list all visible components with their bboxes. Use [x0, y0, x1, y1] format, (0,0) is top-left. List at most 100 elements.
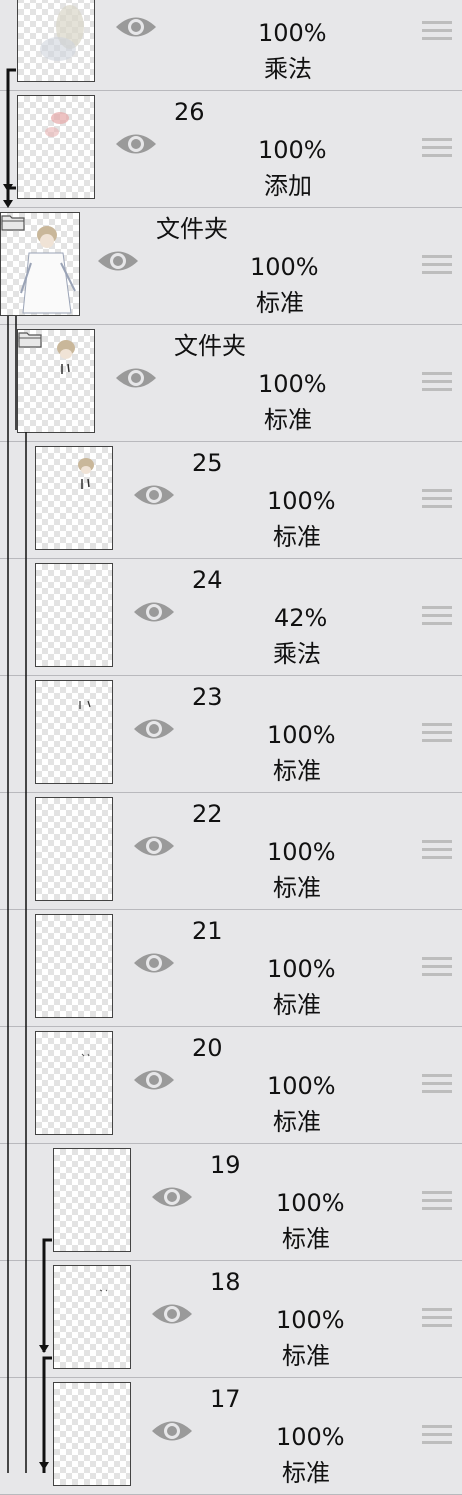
thumbnail-art — [84, 579, 92, 585]
visibility-eye-icon[interactable] — [114, 363, 158, 393]
drag-handle-icon[interactable] — [422, 721, 452, 745]
layer-name: 文件夹 — [174, 332, 246, 360]
drag-handle-icon[interactable] — [422, 487, 452, 511]
layer-row[interactable]: 17 100% 标准 — [0, 1378, 462, 1495]
visibility-eye-icon[interactable] — [132, 597, 176, 627]
layer-blend-mode: 标准 — [282, 1342, 330, 1370]
layer-name: 20 — [192, 1034, 223, 1062]
visibility-eye-icon[interactable] — [150, 1182, 194, 1212]
layer-thumbnail[interactable] — [17, 95, 95, 199]
visibility-eye-icon[interactable] — [150, 1299, 194, 1329]
thumbnail-art — [40, 5, 84, 61]
layer-name: 文件夹 — [156, 215, 228, 243]
thumbnail-art — [45, 112, 69, 137]
layer-row[interactable]: 25 100% 标准 — [0, 442, 462, 559]
layer-opacity: 100% — [276, 1306, 345, 1334]
layer-opacity: 100% — [258, 370, 327, 398]
drag-handle-icon[interactable] — [422, 136, 452, 160]
visibility-eye-icon[interactable] — [114, 129, 158, 159]
thumbnail-art — [79, 700, 91, 709]
folder-icon — [18, 332, 42, 348]
layer-thumbnail[interactable] — [17, 0, 95, 82]
layer-opacity: 100% — [258, 136, 327, 164]
layer-row[interactable]: 21 100% 标准 — [0, 910, 462, 1027]
layer-blend-mode: 乘法 — [264, 55, 312, 83]
layer-name: 26 — [174, 98, 205, 126]
thumbnail-art — [99, 1289, 108, 1292]
layer-blend-mode: 标准 — [264, 406, 312, 434]
layer-name: 25 — [192, 449, 223, 477]
layer-thumbnail[interactable] — [53, 1148, 131, 1252]
layer-blend-mode: 标准 — [282, 1459, 330, 1487]
layer-blend-mode: 乘法 — [273, 640, 321, 668]
layer-blend-mode: 标准 — [273, 1108, 321, 1136]
layer-opacity: 100% — [276, 1189, 345, 1217]
layer-thumbnail[interactable] — [53, 1382, 131, 1486]
layer-row[interactable]: 23 100% 标准 — [0, 676, 462, 793]
layer-blend-mode: 标准 — [256, 289, 304, 317]
layer-blend-mode: 标准 — [282, 1225, 330, 1253]
layer-name: 19 — [210, 1151, 241, 1179]
folder-thumbnail[interactable] — [17, 329, 95, 433]
drag-handle-icon[interactable] — [422, 1423, 452, 1447]
layer-opacity: 100% — [276, 1423, 345, 1451]
layer-blend-mode: 添加 — [264, 172, 312, 200]
drag-handle-icon[interactable] — [422, 253, 452, 277]
visibility-eye-icon[interactable] — [96, 246, 140, 276]
layer-name: 18 — [210, 1268, 241, 1296]
drag-handle-icon[interactable] — [422, 1189, 452, 1213]
folder-thumbnail[interactable] — [0, 212, 80, 316]
layer-row[interactable]: 22 100% 标准 — [0, 793, 462, 910]
layer-blend-mode: 标准 — [273, 757, 321, 785]
layer-opacity: 100% — [267, 721, 336, 749]
visibility-eye-icon[interactable] — [132, 480, 176, 510]
layer-opacity: 100% — [258, 19, 327, 47]
visibility-eye-icon[interactable] — [132, 831, 176, 861]
folder-icon — [1, 215, 25, 231]
layer-opacity: 100% — [267, 838, 336, 866]
layer-name: 22 — [192, 800, 223, 828]
layer-opacity: 100% — [250, 253, 319, 281]
layer-blend-mode: 标准 — [273, 523, 321, 551]
layer-opacity: 100% — [267, 955, 336, 983]
drag-handle-icon[interactable] — [422, 1072, 452, 1096]
drag-handle-icon[interactable] — [422, 1306, 452, 1330]
drag-handle-icon[interactable] — [422, 955, 452, 979]
visibility-eye-icon[interactable] — [132, 948, 176, 978]
layer-thumbnail[interactable] — [35, 563, 113, 667]
layer-name: 21 — [192, 917, 223, 945]
thumbnail-art — [78, 458, 94, 489]
layer-row-folder[interactable]: 文件夹 100% 标准 — [0, 208, 462, 325]
layer-opacity: 42% — [274, 604, 328, 632]
layer-name: 17 — [210, 1385, 241, 1413]
drag-handle-icon[interactable] — [422, 604, 452, 628]
thumbnail-art — [81, 1053, 90, 1057]
layer-opacity: 100% — [267, 1072, 336, 1100]
layer-thumbnail[interactable] — [35, 1031, 113, 1135]
layer-blend-mode: 标准 — [273, 991, 321, 1019]
layer-row[interactable]: 20 100% 标准 — [0, 1027, 462, 1144]
layer-row[interactable]: 18 100% 标准 — [0, 1261, 462, 1378]
drag-handle-icon[interactable] — [422, 19, 452, 43]
visibility-eye-icon[interactable] — [132, 714, 176, 744]
drag-handle-icon[interactable] — [422, 838, 452, 862]
visibility-eye-icon[interactable] — [132, 1065, 176, 1095]
layer-row[interactable]: 100% 乘法 — [0, 0, 462, 91]
layer-list[interactable]: 100% 乘法 26 100% 添加 文件夹 100% 标准 文件夹 100% … — [0, 0, 462, 1495]
visibility-eye-icon[interactable] — [114, 12, 158, 42]
layer-row-folder[interactable]: 文件夹 100% 标准 — [0, 325, 462, 442]
layer-blend-mode: 标准 — [273, 874, 321, 902]
layer-thumbnail[interactable] — [35, 680, 113, 784]
layer-thumbnail[interactable] — [35, 914, 113, 1018]
layer-thumbnail[interactable] — [35, 446, 113, 550]
layer-thumbnail[interactable] — [53, 1265, 131, 1369]
layer-row[interactable]: 19 100% 标准 — [0, 1144, 462, 1261]
drag-handle-icon[interactable] — [422, 370, 452, 394]
layer-name: 23 — [192, 683, 223, 711]
layer-row[interactable]: 26 100% 添加 — [0, 91, 462, 208]
layer-opacity: 100% — [267, 487, 336, 515]
layer-name: 24 — [192, 566, 223, 594]
visibility-eye-icon[interactable] — [150, 1416, 194, 1446]
layer-thumbnail[interactable] — [35, 797, 113, 901]
layer-row[interactable]: 24 42% 乘法 — [0, 559, 462, 676]
